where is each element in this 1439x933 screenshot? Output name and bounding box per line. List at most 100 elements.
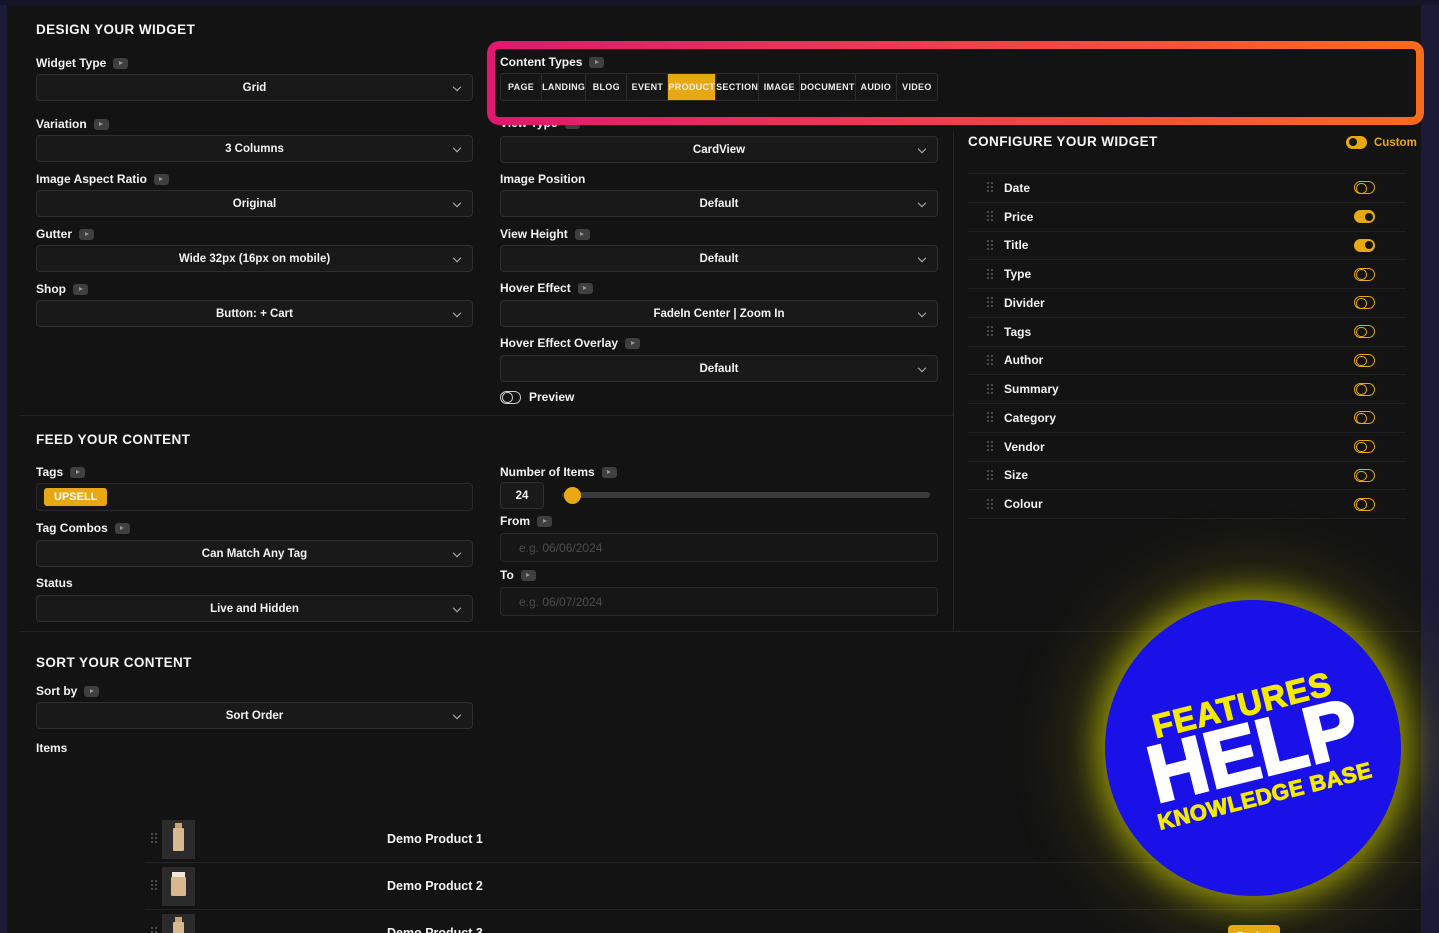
widget-type-select[interactable]: Grid xyxy=(36,74,473,101)
video-tutorial-icon[interactable] xyxy=(113,57,129,69)
drag-handle-icon[interactable] xyxy=(987,469,994,481)
tags-input[interactable]: UPSELL xyxy=(36,483,473,511)
number-of-items-value[interactable]: 24 xyxy=(500,482,544,509)
to-date-input[interactable] xyxy=(500,587,938,616)
preview-toggle[interactable] xyxy=(500,390,521,404)
video-tutorial-icon[interactable] xyxy=(153,173,169,185)
content-type-button[interactable]: IMAGE xyxy=(759,74,801,100)
configure-field-toggle[interactable] xyxy=(1354,267,1375,281)
configure-field-row: Vendor xyxy=(968,433,1406,462)
variation-select[interactable]: 3 Columns xyxy=(36,135,473,162)
drag-handle-icon[interactable] xyxy=(151,880,158,891)
drag-handle-icon[interactable] xyxy=(987,498,994,510)
configure-field-toggle[interactable] xyxy=(1354,181,1375,195)
video-tutorial-icon[interactable] xyxy=(79,228,94,240)
video-tutorial-icon[interactable] xyxy=(70,466,86,478)
content-type-button[interactable]: DOCUMENT xyxy=(800,74,856,100)
image-aspect-ratio-select[interactable]: Original xyxy=(36,190,473,217)
content-type-button[interactable]: VIDEO xyxy=(897,74,937,100)
product-thumbnail xyxy=(162,914,195,933)
drag-handle-icon[interactable] xyxy=(987,211,994,222)
configure-field-label: Price xyxy=(1004,209,1034,224)
to-label-text: To xyxy=(500,568,514,582)
drag-handle-icon[interactable] xyxy=(987,239,994,251)
number-of-items-slider-knob[interactable] xyxy=(564,487,581,504)
video-tutorial-icon[interactable] xyxy=(574,228,590,240)
image-position-value: Default xyxy=(699,197,739,210)
content-type-button[interactable]: SECTION xyxy=(716,74,760,100)
basket-button[interactable]: Basket xyxy=(1228,925,1280,933)
tag-chip-upsell[interactable]: UPSELL xyxy=(44,488,108,506)
custom-toggle-label: Custom xyxy=(1374,136,1417,149)
view-type-select[interactable]: CardView xyxy=(500,136,938,163)
configure-field-toggle[interactable] xyxy=(1354,468,1375,482)
tag-combos-select[interactable]: Can Match Any Tag xyxy=(36,540,473,567)
content-type-button[interactable]: PRODUCT xyxy=(668,74,717,100)
status-select[interactable]: Live and Hidden xyxy=(36,595,473,622)
video-tutorial-icon[interactable] xyxy=(601,466,617,478)
sort-by-select[interactable]: Sort Order xyxy=(36,702,473,729)
drag-handle-icon[interactable] xyxy=(151,927,158,933)
configure-field-toggle[interactable] xyxy=(1354,497,1375,511)
from-label-text: From xyxy=(500,514,530,528)
content-type-button[interactable]: LANDING xyxy=(542,74,587,100)
drag-handle-icon[interactable] xyxy=(987,354,994,366)
video-tutorial-icon[interactable] xyxy=(625,337,641,349)
shop-value: Button: + Cart xyxy=(216,307,293,320)
view-height-select[interactable]: Default xyxy=(500,245,938,272)
configure-field-row: Author xyxy=(968,347,1406,376)
help-knowledge-base-badge[interactable]: FEATURES HELP KNOWLEDGE BASE xyxy=(1105,600,1401,896)
video-tutorial-icon[interactable] xyxy=(73,283,88,295)
drag-handle-icon[interactable] xyxy=(987,441,994,452)
drag-handle-icon[interactable] xyxy=(987,326,994,337)
from-date-input[interactable] xyxy=(500,533,938,562)
chevron-down-icon xyxy=(452,143,462,152)
configure-field-toggle[interactable] xyxy=(1354,382,1375,396)
drag-handle-icon[interactable] xyxy=(987,412,994,423)
chevron-down-icon xyxy=(917,198,927,207)
custom-toggle[interactable] xyxy=(1346,136,1367,149)
configure-field-toggle[interactable] xyxy=(1354,353,1375,367)
video-tutorial-icon[interactable] xyxy=(114,522,130,534)
drag-handle-icon[interactable] xyxy=(987,383,994,395)
content-type-button[interactable]: PAGE xyxy=(501,74,543,100)
shop-select[interactable]: Button: + Cart xyxy=(36,300,473,327)
items-label: Items xyxy=(36,741,67,755)
video-tutorial-icon[interactable] xyxy=(520,569,536,581)
drag-handle-icon[interactable] xyxy=(987,268,994,280)
section-divider xyxy=(20,415,953,416)
video-tutorial-icon[interactable] xyxy=(93,118,109,130)
image-position-select[interactable]: Default xyxy=(500,190,938,217)
configure-field-row: Summary xyxy=(968,375,1406,404)
configure-field-toggle[interactable] xyxy=(1354,238,1375,252)
video-tutorial-icon[interactable] xyxy=(577,282,593,294)
configure-field-toggle[interactable] xyxy=(1354,411,1375,425)
video-tutorial-icon[interactable] xyxy=(564,117,580,129)
configure-field-row: Title xyxy=(968,232,1406,261)
video-tutorial-icon[interactable] xyxy=(589,56,605,68)
content-type-button[interactable]: BLOG xyxy=(586,74,628,100)
drag-handle-icon[interactable] xyxy=(987,297,994,308)
video-tutorial-icon[interactable] xyxy=(84,685,100,697)
gutter-select[interactable]: Wide 32px (16px on mobile) xyxy=(36,245,473,272)
content-type-button[interactable]: AUDIO xyxy=(856,74,897,100)
drag-handle-icon[interactable] xyxy=(151,833,158,844)
configure-field-label: Colour xyxy=(1004,497,1043,512)
configure-field-label: Date xyxy=(1004,180,1031,195)
design-section-title: DESIGN YOUR WIDGET xyxy=(36,22,196,37)
content-type-button[interactable]: EVENT xyxy=(627,74,669,100)
hover-effect-overlay-select[interactable]: Default xyxy=(500,355,938,382)
video-tutorial-icon[interactable] xyxy=(537,515,552,527)
configure-field-toggle[interactable] xyxy=(1354,440,1375,454)
configure-field-label: Tags xyxy=(1004,324,1032,339)
configure-field-toggle[interactable] xyxy=(1354,296,1375,310)
product-thumbnail xyxy=(162,867,195,906)
configure-field-toggle[interactable] xyxy=(1354,210,1375,224)
hover-effect-select[interactable]: FadeIn Center | Zoom In xyxy=(500,300,938,327)
chevron-down-icon xyxy=(917,253,927,262)
number-of-items-slider-track[interactable] xyxy=(562,492,930,498)
image-position-label-text: Image Position xyxy=(500,172,586,186)
configure-field-toggle[interactable] xyxy=(1354,325,1375,339)
drag-handle-icon[interactable] xyxy=(987,182,994,193)
product-image xyxy=(171,872,186,896)
